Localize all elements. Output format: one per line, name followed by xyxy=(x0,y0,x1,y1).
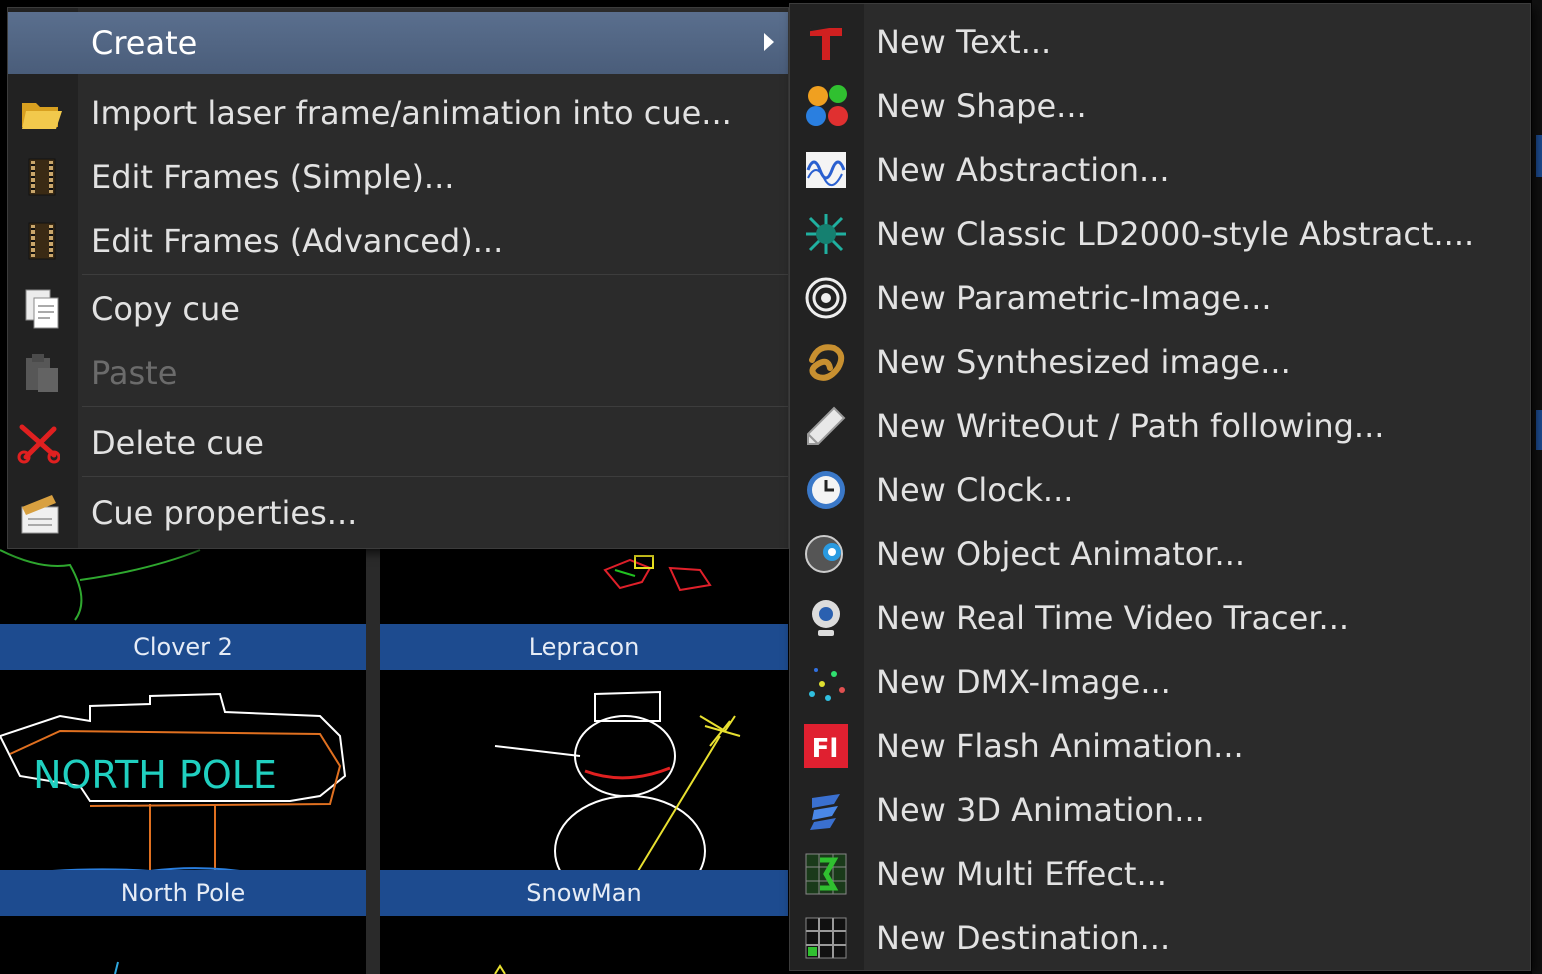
cue-cell-snowman[interactable]: SnowMan xyxy=(380,676,788,920)
submenu-item-new-multi-effect[interactable]: New Multi Effect... xyxy=(790,842,1530,906)
submenu-item-label: New Clock... xyxy=(876,471,1074,509)
cue-label: Clover 2 xyxy=(0,624,366,670)
submenu-item-label: New Shape... xyxy=(876,87,1087,125)
cue-context-menu: Create Import laser frame/animation into… xyxy=(8,8,788,548)
flash-icon: Fl xyxy=(804,724,848,768)
text-icon xyxy=(804,20,848,64)
cue-cell-north-pole[interactable]: NORTH POLE North Pole xyxy=(0,676,366,920)
create-submenu: New Text... New Shape... New Abstraction… xyxy=(790,4,1530,970)
submenu-item-new-parametric-image[interactable]: New Parametric-Image... xyxy=(790,266,1530,330)
menu-item-edit-frames-simple[interactable]: Edit Frames (Simple)... xyxy=(8,146,788,208)
cue-cell-partial xyxy=(380,924,788,974)
cue-label: Lepracon xyxy=(380,624,788,670)
submenu-item-new-clock[interactable]: New Clock... xyxy=(790,458,1530,522)
submenu-item-label: New Classic LD2000-style Abstract.... xyxy=(876,215,1475,253)
clock-icon xyxy=(804,468,848,512)
menu-item-cue-properties[interactable]: Cue properties... xyxy=(8,482,788,544)
film-strip-icon xyxy=(20,219,64,263)
window-edge-accent xyxy=(1536,410,1542,450)
pencil-icon xyxy=(804,404,848,448)
menu-item-label: Copy cue xyxy=(91,290,240,328)
parametric-icon xyxy=(804,276,848,320)
menu-item-create[interactable]: Create xyxy=(8,12,788,74)
object-animator-icon xyxy=(804,532,848,576)
submenu-arrow-icon xyxy=(764,33,774,51)
webcam-icon xyxy=(804,596,848,640)
submenu-item-label: New Multi Effect... xyxy=(876,855,1167,893)
submenu-item-new-writeout[interactable]: New WriteOut / Path following... xyxy=(790,394,1530,458)
menu-item-paste[interactable]: Paste xyxy=(8,342,788,404)
menu-item-label: Create xyxy=(91,24,198,62)
synthesized-icon xyxy=(804,340,848,384)
submenu-item-new-dmx-image[interactable]: New DMX-Image... xyxy=(790,650,1530,714)
submenu-item-label: New 3D Animation... xyxy=(876,791,1205,829)
menu-item-delete-cue[interactable]: Delete cue xyxy=(8,412,788,474)
submenu-item-new-video-tracer[interactable]: New Real Time Video Tracer... xyxy=(790,586,1530,650)
submenu-item-new-flash-animation[interactable]: Fl New Flash Animation... xyxy=(790,714,1530,778)
menu-item-label: Edit Frames (Advanced)... xyxy=(91,222,504,260)
submenu-item-label: New Flash Animation... xyxy=(876,727,1244,765)
submenu-item-label: New Object Animator... xyxy=(876,535,1246,573)
submenu-item-new-classic-abstract[interactable]: New Classic LD2000-style Abstract.... xyxy=(790,202,1530,266)
menu-separator xyxy=(82,476,788,477)
destination-icon xyxy=(804,916,848,960)
menu-item-import[interactable]: Import laser frame/animation into cue... xyxy=(8,82,788,144)
screen: Clover 2 Lepracon NORTH POLE North Pole xyxy=(0,0,1542,974)
submenu-item-new-text[interactable]: New Text... xyxy=(790,10,1530,74)
menu-item-edit-frames-advanced[interactable]: Edit Frames (Advanced)... xyxy=(8,210,788,272)
open-folder-icon xyxy=(20,91,64,135)
submenu-item-new-3d-animation[interactable]: New 3D Animation... xyxy=(790,778,1530,842)
copy-icon xyxy=(20,287,64,331)
classic-abstract-icon xyxy=(804,212,848,256)
submenu-item-label: New Parametric-Image... xyxy=(876,279,1272,317)
submenu-item-label: New Synthesized image... xyxy=(876,343,1291,381)
menu-item-label: Cue properties... xyxy=(91,494,358,532)
cue-cell-lepracon[interactable]: Lepracon xyxy=(380,540,788,672)
cue-cell-partial xyxy=(0,924,366,974)
abstraction-icon xyxy=(804,148,848,192)
submenu-item-new-object-animator[interactable]: New Object Animator... xyxy=(790,522,1530,586)
submenu-item-label: New DMX-Image... xyxy=(876,663,1171,701)
cue-label: North Pole xyxy=(0,870,366,916)
submenu-item-label: New Abstraction... xyxy=(876,151,1170,189)
north-pole-art-text: NORTH POLE xyxy=(33,753,277,797)
svg-text:Fl: Fl xyxy=(812,734,839,764)
cue-label: SnowMan xyxy=(380,870,788,916)
submenu-item-new-abstraction[interactable]: New Abstraction... xyxy=(790,138,1530,202)
submenu-item-label: New WriteOut / Path following... xyxy=(876,407,1385,445)
submenu-item-new-synthesized-image[interactable]: New Synthesized image... xyxy=(790,330,1530,394)
multi-effect-icon xyxy=(804,852,848,896)
submenu-item-new-shape[interactable]: New Shape... xyxy=(790,74,1530,138)
menu-item-label: Edit Frames (Simple)... xyxy=(91,158,455,196)
menu-item-label: Import laser frame/animation into cue... xyxy=(91,94,732,132)
menu-item-label: Delete cue xyxy=(91,424,264,462)
film-strip-icon xyxy=(20,155,64,199)
window-edge-accent xyxy=(1536,135,1542,177)
menu-item-label: Paste xyxy=(91,354,178,392)
menu-separator xyxy=(82,274,788,275)
dmx-icon xyxy=(804,660,848,704)
submenu-item-label: New Text... xyxy=(876,23,1052,61)
submenu-item-new-destination[interactable]: New Destination... xyxy=(790,906,1530,970)
3d-animation-icon xyxy=(804,788,848,832)
cue-cell-clover[interactable]: Clover 2 xyxy=(0,540,366,672)
menu-separator xyxy=(82,406,788,407)
submenu-item-label: New Destination... xyxy=(876,919,1171,957)
grid-divider xyxy=(366,540,380,974)
shape-icon xyxy=(804,84,848,128)
paste-icon xyxy=(20,351,64,395)
submenu-item-label: New Real Time Video Tracer... xyxy=(876,599,1350,637)
menu-item-copy-cue[interactable]: Copy cue xyxy=(8,278,788,340)
scissors-icon xyxy=(16,421,60,465)
clapperboard-icon xyxy=(18,491,62,535)
